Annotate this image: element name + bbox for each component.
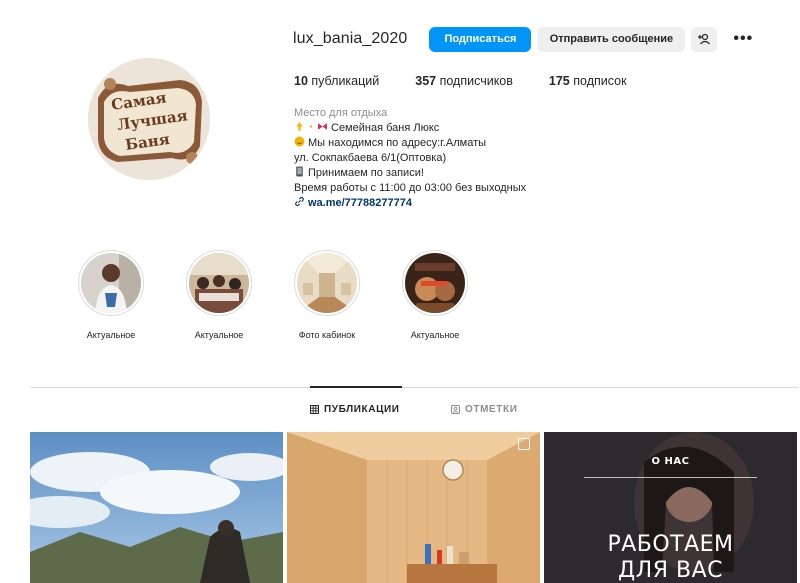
username: lux_bania_2020 — [293, 30, 408, 47]
highlight-item[interactable]: Фото кабинок — [273, 250, 381, 340]
posts-stat: 10 публикаций — [294, 74, 379, 88]
bio-link-row[interactable]: wa.me/77788277774 — [294, 196, 526, 211]
highlight-ring[interactable] — [186, 250, 252, 316]
tabs-divider — [30, 387, 798, 388]
highlight-item[interactable]: Актуальное — [381, 250, 489, 340]
post-caption-line-1: РАБОТАЕМ — [607, 532, 734, 557]
post-divider — [584, 477, 757, 478]
post-tile[interactable] — [30, 432, 283, 583]
bio-line-4: Принимаем по записи! — [294, 166, 526, 181]
post-tile[interactable] — [287, 432, 540, 583]
following-label: подписок — [573, 74, 627, 88]
profile-bio: Место для отдыха Семейная баня Люкс Мы н… — [294, 106, 526, 211]
following-count: 175 — [548, 74, 570, 88]
highlight-ring[interactable] — [78, 250, 144, 316]
tab-tagged-label: ОТМЕТКИ — [465, 404, 518, 415]
grid-icon — [310, 405, 319, 414]
bio-category: Место для отдыха — [294, 107, 388, 119]
bow-icon — [318, 123, 327, 130]
phone-icon — [296, 166, 303, 177]
more-options-icon[interactable]: ••• — [733, 31, 753, 47]
highlight-label: Фото кабинок — [298, 330, 356, 340]
highlight-item[interactable]: Актуальное — [57, 250, 165, 340]
followers-label: подписчиков — [439, 74, 513, 88]
highlight-label: Актуальное — [86, 330, 136, 340]
sparkle-icon — [309, 125, 313, 128]
post-caption-line-2: ДЛЯ ВАС — [617, 558, 723, 583]
highlight-label: Актуальное — [410, 330, 460, 340]
bio-line-1: Семейная баня Люкс — [294, 121, 526, 136]
highlight-cover — [297, 253, 357, 313]
tab-publications-label: ПУБЛИКАЦИИ — [324, 404, 400, 415]
highlight-cover — [189, 253, 249, 313]
bio-line-2-text: Мы находимся по адресу:г.Алматы — [308, 137, 487, 149]
highlight-cover — [81, 253, 141, 313]
highlight-label: Актуальное — [194, 330, 244, 340]
link-icon — [295, 196, 304, 207]
posts-label: публикаций — [311, 74, 380, 88]
suggest-accounts-button[interactable] — [691, 26, 718, 52]
bio-link[interactable]: wa.me/77788277774 — [308, 197, 412, 209]
pointing-hand-icon — [296, 122, 303, 131]
bio-line-1-text: Семейная баня Люкс — [331, 122, 440, 134]
posts-count: 10 — [294, 74, 308, 88]
highlight-item[interactable]: Актуальное — [165, 250, 273, 340]
bio-line-2: Мы находимся по адресу:г.Алматы — [294, 136, 526, 151]
followers-stat[interactable]: 357 подписчиков — [415, 74, 513, 88]
tab-publications[interactable]: ПУБЛИКАЦИИ — [310, 404, 400, 415]
tab-tagged[interactable]: ОТМЕТКИ — [451, 404, 518, 415]
smile-icon — [294, 136, 305, 147]
following-stat[interactable]: 175 подписок — [549, 74, 627, 88]
profile-stats: 10 публикаций 357 подписчиков 175 подпис… — [294, 74, 663, 88]
bio-line-4-text: Принимаем по записи! — [308, 167, 424, 179]
post-caption: РАБОТАЕМ ДЛЯ ВАС — [544, 532, 797, 583]
highlights-row: Актуальное Актуальное Фото кабинок Актуа… — [57, 250, 489, 340]
highlight-cover — [405, 253, 465, 313]
posts-grid: О НАС РАБОТАЕМ ДЛЯ ВАС — [30, 432, 797, 583]
profile-header: lux_bania_2020 Подписаться Отправить соо… — [293, 26, 753, 52]
post-heading: О НАС — [651, 456, 690, 467]
send-message-button[interactable]: Отправить сообщение — [537, 26, 686, 52]
profile-avatar[interactable]: Самая Лучшая Баня — [88, 58, 210, 180]
highlight-ring[interactable] — [402, 250, 468, 316]
tag-user-icon — [451, 405, 460, 414]
multiple-photos-icon — [518, 438, 530, 450]
add-person-icon — [698, 33, 711, 45]
active-tab-indicator — [310, 386, 402, 388]
post-tile[interactable]: О НАС РАБОТАЕМ ДЛЯ ВАС — [544, 432, 797, 583]
followers-count: 357 — [415, 74, 437, 88]
bio-line-5: Время работы с 11:00 до 03:00 без выходн… — [294, 182, 527, 194]
highlight-ring[interactable] — [294, 250, 360, 316]
follow-button[interactable]: Подписаться — [429, 26, 532, 52]
bio-line-3: ул. Сокпакбаева 6/1(Оптовка) — [294, 152, 447, 164]
